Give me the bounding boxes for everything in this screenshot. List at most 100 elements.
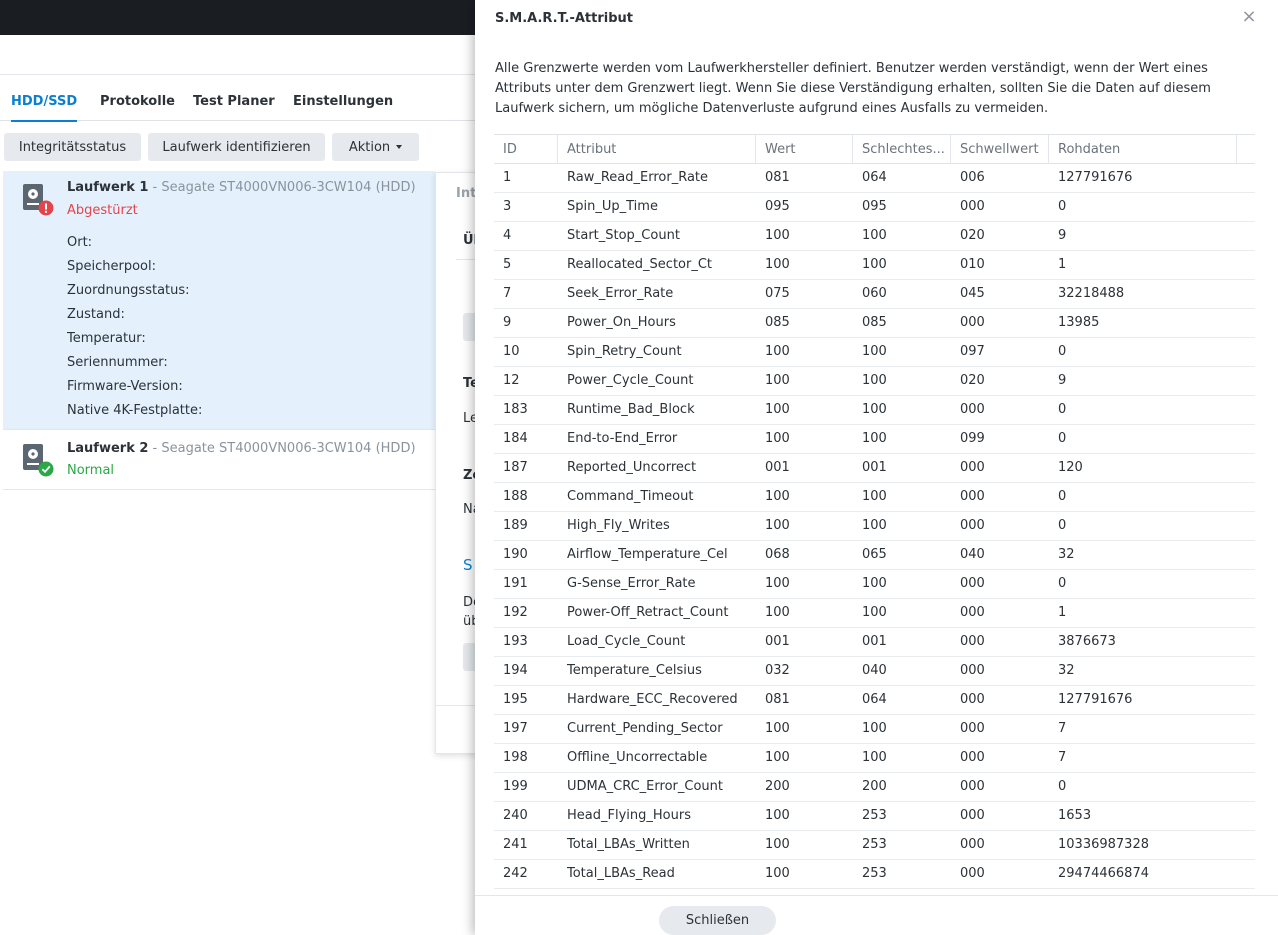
table-row[interactable]: 192 Power-Off_Retract_Count 100 100 000 1 [494,599,1255,628]
table-row[interactable]: 190 Airflow_Temperature_Cel 068 065 040 32 [494,541,1255,570]
cell-id: 9 [503,315,512,330]
integrity-status-label: Integritätsstatus [18,139,127,155]
cell-threshold: 000 [960,634,985,649]
prop-label: Zuordnungsstatus: [67,283,190,298]
cell-worst: 253 [862,866,887,881]
cell-threshold: 000 [960,837,985,852]
cell-worst: 100 [862,344,887,359]
cell-value: 100 [765,605,790,620]
drive-model: - Seagate ST4000VN006-3CW104 (HDD) [148,180,416,195]
table-row[interactable]: 1 Raw_Read_Error_Rate 081 064 006 127791676 [494,164,1255,193]
table-row[interactable]: 191 G-Sense_Error_Rate 100 100 000 0 [494,570,1255,599]
identify-drive-button[interactable]: Laufwerk identifizieren [148,133,325,161]
table-row[interactable]: 187 Reported_Uncorrect 001 001 000 120 [494,454,1255,483]
cell-raw: 0 [1058,518,1067,533]
cell-raw: 127791676 [1058,170,1133,185]
cell-attribute: Seek_Error_Rate [567,286,674,301]
table-row[interactable]: 193 Load_Cycle_Count 001 001 000 3876673 [494,628,1255,657]
table-row[interactable]: 198 Offline_Uncorrectable 100 100 000 7 [494,744,1255,773]
cell-value: 100 [765,344,790,359]
column-header-id[interactable]: ID [494,135,558,164]
tab-einstellungen[interactable]: Einstellungen [293,94,393,109]
cell-worst: 060 [862,286,887,301]
cell-raw: 9 [1058,373,1067,388]
column-header-attribute[interactable]: Attribut [558,135,756,164]
drive-item-1[interactable]: Laufwerk 1 - Seagate ST4000VN006-3CW104 … [3,171,435,430]
cell-value: 100 [765,808,790,823]
column-header-worst[interactable]: Schlechtes... [853,135,951,164]
cell-threshold: 020 [960,373,985,388]
table-row[interactable]: 183 Runtime_Bad_Block 100 100 000 0 [494,396,1255,425]
cell-attribute: Total_LBAs_Read [567,866,675,881]
cell-attribute: Airflow_Temperature_Cel [567,547,728,562]
close-icon[interactable]: × [1240,8,1258,26]
cell-threshold: 000 [960,460,985,475]
cell-threshold: 040 [960,547,985,562]
prop-label: Ort: [67,235,93,250]
cell-id: 10 [503,344,520,359]
cell-value: 085 [765,315,790,330]
column-header-raw[interactable]: Rohdaten [1049,135,1237,164]
table-row[interactable]: 189 High_Fly_Writes 100 100 000 0 [494,512,1255,541]
table-row[interactable]: 241 Total_LBAs_Written 100 253 000 1033698732… [494,831,1255,860]
cell-attribute: Reallocated_Sector_Ct [567,257,713,272]
cell-raw: 127791676 [1058,692,1133,707]
table-row[interactable]: 5 Reallocated_Sector_Ct 100 100 010 1 [494,251,1255,280]
smart-attribute-dialog: S.M.A.R.T.-Attribut × Alle Grenzwerte we… [475,0,1278,935]
table-row[interactable]: 242 Total_LBAs_Read 100 253 000 29474466874 [494,860,1255,889]
table-row[interactable]: 4 Start_Stop_Count 100 100 020 9 [494,222,1255,251]
table-row[interactable]: 184 End-to-End_Error 100 100 099 0 [494,425,1255,454]
column-header-threshold[interactable]: Schwellwert [951,135,1049,164]
cell-id: 191 [503,576,528,591]
cell-value: 081 [765,692,790,707]
table-row[interactable]: 9 Power_On_Hours 085 085 000 13985 [494,309,1255,338]
cell-value: 081 [765,170,790,185]
cell-worst: 001 [862,460,887,475]
drive-item-2[interactable]: Laufwerk 2 - Seagate ST4000VN006-3CW104 … [3,431,435,490]
dialog-footer [475,895,1278,935]
cell-worst: 253 [862,837,887,852]
close-button-label: Schließen [685,913,750,928]
cell-raw: 0 [1058,431,1067,446]
cell-id: 188 [503,489,528,504]
table-row[interactable]: 197 Current_Pending_Sector 100 100 000 7 [494,715,1255,744]
cell-threshold: 000 [960,518,985,533]
cell-value: 100 [765,837,790,852]
cell-value: 100 [765,576,790,591]
cell-threshold: 000 [960,779,985,794]
table-row[interactable]: 7 Seek_Error_Rate 075 060 045 32218488 [494,280,1255,309]
table-row[interactable]: 188 Command_Timeout 100 100 000 0 [494,483,1255,512]
table-row[interactable]: 240 Head_Flying_Hours 100 253 000 1653 [494,802,1255,831]
integrity-status-button[interactable]: Integritätsstatus [4,133,141,161]
table-row[interactable]: 194 Temperature_Celsius 032 040 000 32 [494,657,1255,686]
cell-id: 1 [503,170,512,185]
table-row[interactable]: 3 Spin_Up_Time 095 095 000 0 [494,193,1255,222]
cell-raw: 3876673 [1058,634,1116,649]
cell-worst: 100 [862,605,887,620]
cell-raw: 120 [1058,460,1083,475]
table-row[interactable]: 195 Hardware_ECC_Recovered 081 064 000 127791… [494,686,1255,715]
table-row[interactable]: 10 Spin_Retry_Count 100 100 097 0 [494,338,1255,367]
cell-value: 068 [765,547,790,562]
cell-attribute: UDMA_CRC_Error_Count [567,779,723,794]
cell-attribute: Current_Pending_Sector [567,721,723,736]
tab-hdd-ssd[interactable]: HDD/SSD [11,94,78,122]
tab-test-planer[interactable]: Test Planer [193,94,275,109]
cell-worst: 100 [862,402,887,417]
cell-raw: 9 [1058,228,1067,243]
cell-raw: 0 [1058,779,1067,794]
cell-worst: 100 [862,373,887,388]
cell-id: 190 [503,547,528,562]
close-button[interactable]: Schließen [659,906,776,935]
prop-label: Speicherpool: [67,259,156,274]
cell-worst: 200 [862,779,887,794]
cell-threshold: 000 [960,808,985,823]
table-row[interactable]: 12 Power_Cycle_Count 100 100 020 9 [494,367,1255,396]
panel-fragment[interactable]: S [463,556,473,574]
tab-protokolle[interactable]: Protokolle [100,94,175,109]
table-row[interactable]: 199 UDMA_CRC_Error_Count 200 200 000 0 [494,773,1255,802]
cell-raw: 32 [1058,663,1075,678]
action-dropdown-button[interactable]: Aktion [332,133,419,161]
column-header-value[interactable]: Wert [756,135,853,164]
drive-name: Laufwerk 1 [67,180,149,195]
